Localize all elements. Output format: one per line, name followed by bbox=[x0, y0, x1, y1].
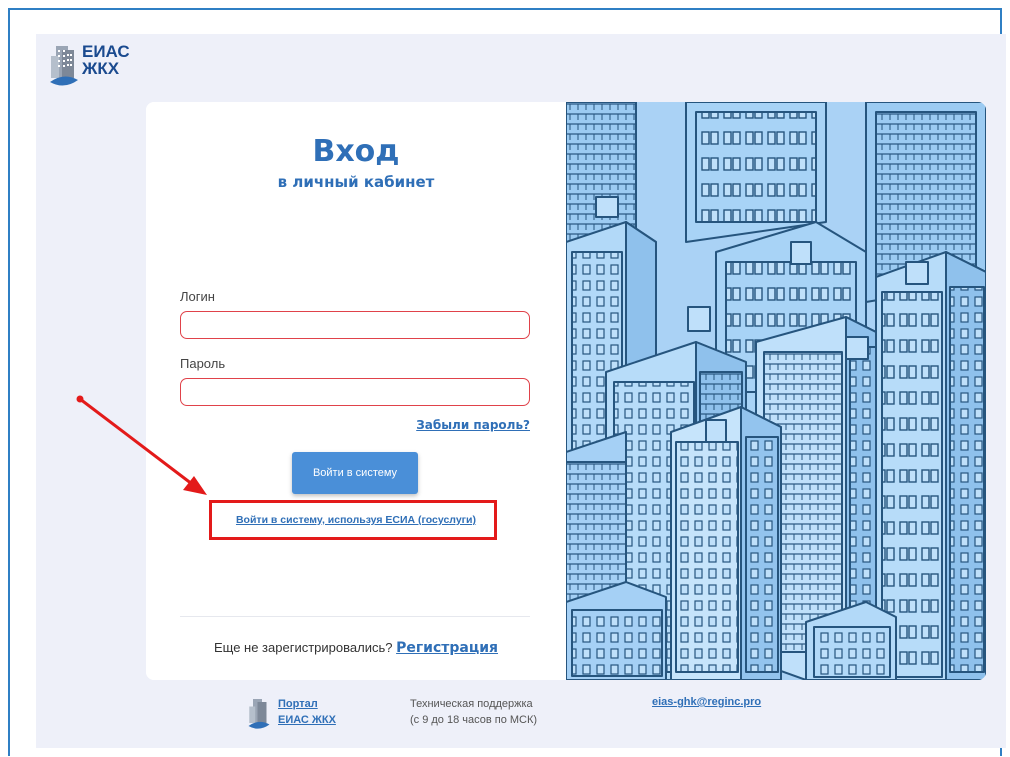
login-label: Логин bbox=[180, 289, 215, 304]
city-illustration bbox=[565, 102, 986, 680]
login-input[interactable] bbox=[180, 311, 530, 339]
password-label: Пароль bbox=[180, 356, 226, 371]
brand-logo-text: ЕИАС ЖКХ bbox=[82, 43, 130, 77]
login-form-pane: Вход в личный кабинет Логин Пароль Забыл… bbox=[146, 102, 566, 680]
support-info: Техническая поддержка (с 9 до 18 часов п… bbox=[410, 696, 537, 728]
portal-link-line2: ЕИАС ЖКХ bbox=[278, 714, 336, 726]
footer-building-logo-icon bbox=[248, 699, 270, 729]
brand-logo[interactable]: ЕИАС ЖКХ bbox=[48, 42, 148, 94]
divider bbox=[180, 616, 530, 617]
portal-link-line1: Портал bbox=[278, 698, 318, 710]
forgot-password-link[interactable]: Забыли пароль? bbox=[376, 418, 530, 432]
password-input[interactable] bbox=[180, 378, 530, 406]
register-link[interactable]: Регистрация bbox=[396, 640, 498, 656]
support-email-link[interactable]: eias-ghk@reginc.pro bbox=[652, 696, 761, 708]
brand-logo-line2: ЖКХ bbox=[82, 59, 120, 78]
building-logo-icon bbox=[50, 46, 78, 86]
support-hours: (с 9 до 18 часов по МСК) bbox=[410, 714, 538, 726]
login-card: Вход в личный кабинет Логин Пароль Забыл… bbox=[146, 102, 986, 680]
page-title: Вход bbox=[312, 134, 400, 169]
register-prompt: Еще не зарегистрировались? bbox=[213, 640, 393, 655]
support-title: Техническая поддержка bbox=[410, 698, 533, 710]
city-buildings-illustration bbox=[565, 102, 986, 680]
brand-logo-line1: ЕИАС bbox=[82, 42, 130, 61]
page-subtitle: в личный кабинет bbox=[277, 173, 435, 191]
footer: Портал ЕИАС ЖКХ Техническая поддержка (с… bbox=[0, 690, 1010, 740]
register-row: Еще не зарегистрировались? Регистрация bbox=[146, 640, 566, 656]
portal-link[interactable]: Портал ЕИАС ЖКХ bbox=[278, 696, 336, 728]
login-button[interactable]: Войти в систему bbox=[292, 452, 418, 494]
annotation-highlight-box bbox=[209, 500, 497, 540]
